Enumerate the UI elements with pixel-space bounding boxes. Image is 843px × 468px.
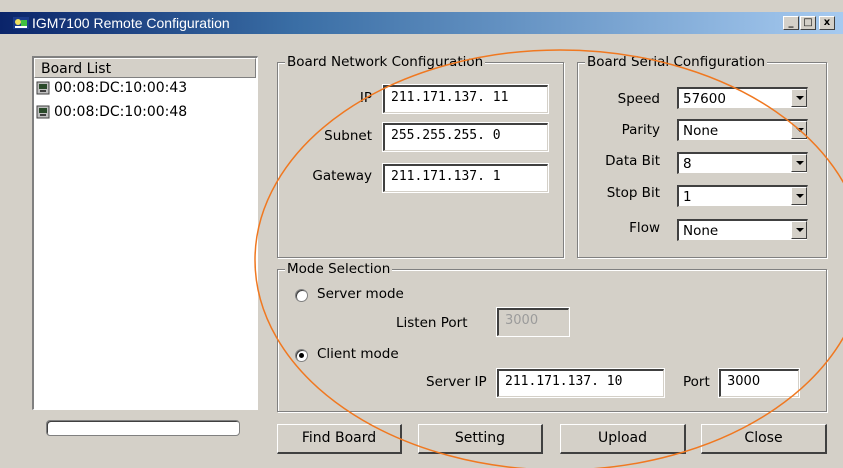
board-list[interactable]: Board List 00:08:DC:10:00:43 00:08:DC:10… (32, 56, 258, 410)
setting-button[interactable]: Setting (418, 424, 543, 454)
ip-label: IP (359, 90, 372, 106)
board-mac-address: 00:08:DC:10:00:48 (54, 104, 188, 120)
board-icon (36, 81, 50, 95)
chevron-down-icon[interactable] (791, 187, 807, 205)
server-mode-label[interactable]: Server mode (317, 286, 404, 302)
stopbit-value: 1 (683, 189, 692, 205)
server-mode-radio[interactable] (295, 289, 308, 302)
gateway-label: Gateway (312, 168, 372, 184)
speed-value: 57600 (683, 91, 726, 107)
chevron-down-icon[interactable] (791, 154, 807, 172)
speed-select[interactable]: 57600 (677, 87, 808, 109)
close-button[interactable]: Close (701, 424, 827, 454)
flow-select[interactable]: None (677, 219, 808, 241)
chevron-down-icon[interactable] (791, 121, 807, 139)
app-icon (12, 15, 30, 31)
server-ip-label: Server IP (426, 374, 487, 390)
client-area: Board List 00:08:DC:10:00:43 00:08:DC:10… (0, 34, 843, 468)
progress-bar (46, 420, 240, 436)
title-bar[interactable]: IGM7100 Remote Configuration _ □ x (0, 12, 843, 34)
serial-config-legend: Board Serial Configuration (585, 54, 768, 70)
board-icon (36, 105, 50, 119)
server-ip-input[interactable]: 211.171.137. 10 (496, 368, 665, 398)
parity-label: Parity (621, 122, 660, 138)
port-label: Port (683, 374, 710, 390)
databit-value: 8 (683, 156, 692, 172)
stopbit-label: Stop Bit (606, 185, 660, 201)
window-title: IGM7100 Remote Configuration (32, 15, 230, 31)
board-list-item[interactable]: 00:08:DC:10:00:43 (36, 80, 187, 96)
subnet-label: Subnet (324, 128, 372, 144)
databit-select[interactable]: 8 (677, 152, 808, 174)
listen-port-label: Listen Port (396, 315, 468, 331)
minimize-button[interactable]: _ (783, 16, 799, 30)
app-window: IGM7100 Remote Configuration _ □ x Board… (0, 0, 843, 468)
upload-button[interactable]: Upload (560, 424, 686, 454)
stopbit-select[interactable]: 1 (677, 185, 808, 207)
board-list-item[interactable]: 00:08:DC:10:00:48 (36, 104, 187, 120)
board-mac-address: 00:08:DC:10:00:43 (54, 80, 188, 96)
close-window-button[interactable]: x (819, 16, 835, 30)
port-input[interactable]: 3000 (718, 368, 800, 398)
listen-port-input[interactable]: 3000 (496, 307, 570, 337)
mode-selection-legend: Mode Selection (285, 261, 393, 277)
board-list-header-label: Board List (41, 61, 112, 77)
find-board-button[interactable]: Find Board (277, 424, 402, 454)
client-mode-radio[interactable] (295, 349, 308, 362)
speed-label: Speed (617, 91, 660, 107)
network-config-legend: Board Network Configuration (285, 54, 486, 70)
client-mode-label[interactable]: Client mode (317, 346, 399, 362)
subnet-input[interactable]: 255.255.255. 0 (382, 122, 549, 152)
chevron-down-icon[interactable] (791, 221, 807, 239)
ip-input[interactable]: 211.171.137. 11 (382, 84, 549, 114)
databit-label: Data Bit (605, 153, 660, 169)
flow-label: Flow (629, 220, 660, 236)
parity-value: None (683, 123, 719, 139)
board-list-header[interactable]: Board List (34, 58, 256, 78)
maximize-button[interactable]: □ (800, 16, 816, 30)
chevron-down-icon[interactable] (791, 89, 807, 107)
flow-value: None (683, 223, 719, 239)
parity-select[interactable]: None (677, 119, 808, 141)
gateway-input[interactable]: 211.171.137. 1 (382, 163, 549, 193)
